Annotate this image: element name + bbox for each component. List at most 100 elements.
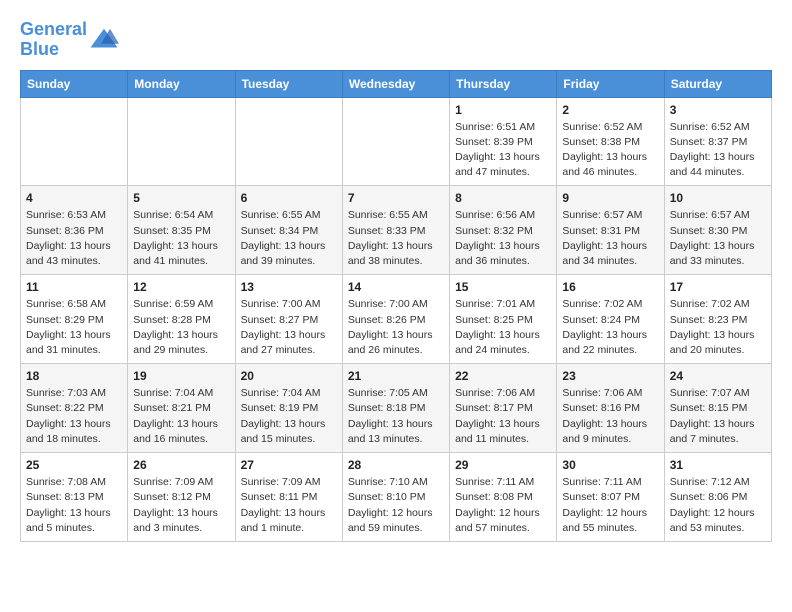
day-number: 8	[455, 191, 551, 205]
day-number: 9	[562, 191, 658, 205]
calendar-cell: 23Sunrise: 7:06 AMSunset: 8:16 PMDayligh…	[557, 364, 664, 453]
weekday-header-saturday: Saturday	[664, 70, 771, 97]
calendar-cell: 7 Sunrise: 6:55 AMSunset: 8:33 PMDaylight…	[342, 186, 449, 275]
weekday-header-friday: Friday	[557, 70, 664, 97]
day-number: 6	[241, 191, 337, 205]
calendar-cell: 3Sunrise: 6:52 AMSunset: 8:37 PMDaylight…	[664, 97, 771, 186]
calendar-week-row: 4Sunrise: 6:53 AMSunset: 8:36 PMDaylight…	[21, 186, 772, 275]
calendar-cell: 5 Sunrise: 6:54 AMSunset: 8:35 PMDaylight…	[128, 186, 235, 275]
day-info: Sunrise: 7:05 AMSunset: 8:18 PMDaylight:…	[348, 386, 444, 447]
calendar-cell: 16 Sunrise: 7:02 AMSunset: 8:24 PMDayligh…	[557, 275, 664, 364]
day-info: Sunrise: 7:01 AMSunset: 8:25 PMDaylight:…	[455, 297, 551, 358]
day-number: 14	[348, 280, 444, 294]
weekday-header-thursday: Thursday	[450, 70, 557, 97]
logo: GeneralBlue	[20, 20, 119, 60]
calendar-cell: 31Sunrise: 7:12 AMSunset: 8:06 PMDayligh…	[664, 453, 771, 542]
day-number: 17	[670, 280, 766, 294]
day-number: 7	[348, 191, 444, 205]
calendar-cell: 1 Sunrise: 6:51 AMSunset: 8:39 PMDaylight…	[450, 97, 557, 186]
calendar-table: SundayMondayTuesdayWednesdayThursdayFrid…	[20, 70, 772, 542]
day-number: 4	[26, 191, 122, 205]
weekday-header-monday: Monday	[128, 70, 235, 97]
day-number: 12	[133, 280, 229, 294]
day-info: Sunrise: 6:55 AMSunset: 8:34 PMDaylight:…	[241, 208, 337, 269]
calendar-cell	[235, 97, 342, 186]
day-number: 10	[670, 191, 766, 205]
calendar-cell: 19 Sunrise: 7:04 AMSunset: 8:21 PMDayligh…	[128, 364, 235, 453]
day-info: Sunrise: 7:02 AMSunset: 8:23 PMDaylight:…	[670, 297, 766, 358]
calendar-cell	[128, 97, 235, 186]
calendar-week-row: 25 Sunrise: 7:08 AMSunset: 8:13 PMDayligh…	[21, 453, 772, 542]
calendar-cell: 11 Sunrise: 6:58 AMSunset: 8:29 PMDayligh…	[21, 275, 128, 364]
day-number: 21	[348, 369, 444, 383]
calendar-cell: 10 Sunrise: 6:57 AMSunset: 8:30 PMDayligh…	[664, 186, 771, 275]
calendar-week-row: 1 Sunrise: 6:51 AMSunset: 8:39 PMDaylight…	[21, 97, 772, 186]
day-info: Sunrise: 7:02 AMSunset: 8:24 PMDaylight:…	[562, 297, 658, 358]
day-number: 1	[455, 103, 551, 117]
calendar-cell: 8 Sunrise: 6:56 AMSunset: 8:32 PMDaylight…	[450, 186, 557, 275]
day-info: Sunrise: 7:08 AMSunset: 8:13 PMDaylight:…	[26, 475, 122, 536]
day-info: Sunrise: 7:12 AMSunset: 8:06 PMDaylight:…	[670, 475, 766, 536]
day-info: Sunrise: 7:09 AMSunset: 8:12 PMDaylight:…	[133, 475, 229, 536]
day-info: Sunrise: 7:06 AMSunset: 8:17 PMDaylight:…	[455, 386, 551, 447]
day-info: Sunrise: 6:57 AMSunset: 8:31 PMDaylight:…	[562, 208, 658, 269]
day-info: Sunrise: 7:00 AMSunset: 8:27 PMDaylight:…	[241, 297, 337, 358]
calendar-cell: 2 Sunrise: 6:52 AMSunset: 8:38 PMDaylight…	[557, 97, 664, 186]
calendar-cell: 13 Sunrise: 7:00 AMSunset: 8:27 PMDayligh…	[235, 275, 342, 364]
calendar-cell: 30 Sunrise: 7:11 AMSunset: 8:07 PMDayligh…	[557, 453, 664, 542]
day-info: Sunrise: 6:51 AMSunset: 8:39 PMDaylight:…	[455, 120, 551, 181]
day-number: 24	[670, 369, 766, 383]
day-info: Sunrise: 6:56 AMSunset: 8:32 PMDaylight:…	[455, 208, 551, 269]
calendar-cell: 9 Sunrise: 6:57 AMSunset: 8:31 PMDaylight…	[557, 186, 664, 275]
calendar-cell: 6 Sunrise: 6:55 AMSunset: 8:34 PMDaylight…	[235, 186, 342, 275]
day-number: 5	[133, 191, 229, 205]
day-number: 30	[562, 458, 658, 472]
day-number: 3	[670, 103, 766, 117]
weekday-header-wednesday: Wednesday	[342, 70, 449, 97]
day-number: 11	[26, 280, 122, 294]
day-info: Sunrise: 6:55 AMSunset: 8:33 PMDaylight:…	[348, 208, 444, 269]
calendar-cell	[21, 97, 128, 186]
calendar-cell	[342, 97, 449, 186]
day-info: Sunrise: 7:07 AMSunset: 8:15 PMDaylight:…	[670, 386, 766, 447]
day-number: 23	[562, 369, 658, 383]
day-info: Sunrise: 7:09 AMSunset: 8:11 PMDaylight:…	[241, 475, 337, 536]
calendar-cell: 29Sunrise: 7:11 AMSunset: 8:08 PMDayligh…	[450, 453, 557, 542]
calendar-cell: 28Sunrise: 7:10 AMSunset: 8:10 PMDayligh…	[342, 453, 449, 542]
calendar-cell: 26 Sunrise: 7:09 AMSunset: 8:12 PMDayligh…	[128, 453, 235, 542]
day-info: Sunrise: 6:57 AMSunset: 8:30 PMDaylight:…	[670, 208, 766, 269]
day-number: 20	[241, 369, 337, 383]
day-number: 18	[26, 369, 122, 383]
calendar-cell: 21 Sunrise: 7:05 AMSunset: 8:18 PMDayligh…	[342, 364, 449, 453]
calendar-cell: 27 Sunrise: 7:09 AMSunset: 8:11 PMDayligh…	[235, 453, 342, 542]
day-number: 25	[26, 458, 122, 472]
day-number: 16	[562, 280, 658, 294]
calendar-cell: 20 Sunrise: 7:04 AMSunset: 8:19 PMDayligh…	[235, 364, 342, 453]
day-info: Sunrise: 7:11 AMSunset: 8:07 PMDaylight:…	[562, 475, 658, 536]
logo-icon	[89, 25, 119, 55]
calendar-cell: 15Sunrise: 7:01 AMSunset: 8:25 PMDayligh…	[450, 275, 557, 364]
calendar-cell: 18Sunrise: 7:03 AMSunset: 8:22 PMDayligh…	[21, 364, 128, 453]
day-number: 19	[133, 369, 229, 383]
day-number: 27	[241, 458, 337, 472]
calendar-week-row: 18Sunrise: 7:03 AMSunset: 8:22 PMDayligh…	[21, 364, 772, 453]
day-number: 26	[133, 458, 229, 472]
day-number: 2	[562, 103, 658, 117]
day-info: Sunrise: 6:54 AMSunset: 8:35 PMDaylight:…	[133, 208, 229, 269]
calendar-cell: 12Sunrise: 6:59 AMSunset: 8:28 PMDayligh…	[128, 275, 235, 364]
day-number: 13	[241, 280, 337, 294]
calendar-cell: 4Sunrise: 6:53 AMSunset: 8:36 PMDaylight…	[21, 186, 128, 275]
day-info: Sunrise: 6:52 AMSunset: 8:38 PMDaylight:…	[562, 120, 658, 181]
day-info: Sunrise: 7:00 AMSunset: 8:26 PMDaylight:…	[348, 297, 444, 358]
calendar-cell: 22 Sunrise: 7:06 AMSunset: 8:17 PMDayligh…	[450, 364, 557, 453]
day-info: Sunrise: 6:58 AMSunset: 8:29 PMDaylight:…	[26, 297, 122, 358]
day-number: 22	[455, 369, 551, 383]
logo-text: GeneralBlue	[20, 20, 87, 60]
weekday-header-sunday: Sunday	[21, 70, 128, 97]
day-info: Sunrise: 7:04 AMSunset: 8:19 PMDaylight:…	[241, 386, 337, 447]
day-info: Sunrise: 7:04 AMSunset: 8:21 PMDaylight:…	[133, 386, 229, 447]
day-info: Sunrise: 7:10 AMSunset: 8:10 PMDaylight:…	[348, 475, 444, 536]
day-number: 29	[455, 458, 551, 472]
calendar-cell: 17 Sunrise: 7:02 AMSunset: 8:23 PMDayligh…	[664, 275, 771, 364]
calendar-cell: 24 Sunrise: 7:07 AMSunset: 8:15 PMDayligh…	[664, 364, 771, 453]
